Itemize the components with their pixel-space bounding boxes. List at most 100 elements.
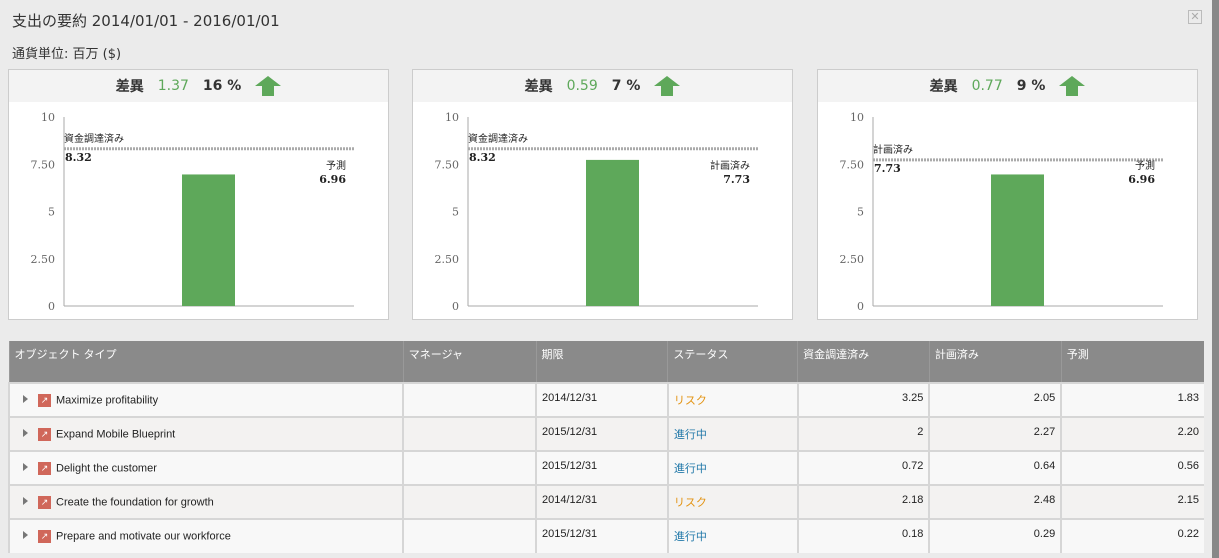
currency-unit: 通貨単位: 百万 ($) bbox=[12, 47, 122, 62]
table-row[interactable]: ↗ Prepare and motivate our workforce 2015… bbox=[7, 518, 1204, 553]
status-cell: 進行中 bbox=[666, 450, 798, 485]
table-row[interactable]: ↗ Expand Mobile Blueprint 2015/12/31 進行中 … bbox=[7, 416, 1204, 451]
y-tick-label: 5 bbox=[452, 206, 459, 219]
bar-label: 計画済み bbox=[710, 159, 750, 172]
bar bbox=[991, 174, 1044, 306]
forecast-cell: 0.56 bbox=[1060, 450, 1204, 485]
variance-value: 0.59 bbox=[566, 78, 598, 94]
y-tick-label: 2.50 bbox=[31, 253, 56, 266]
y-tick-label: 7.50 bbox=[435, 158, 460, 171]
variance-label: 差異 bbox=[929, 79, 958, 95]
expand-icon[interactable] bbox=[23, 496, 28, 505]
objective-icon: ↗ bbox=[38, 530, 51, 543]
manager-cell bbox=[402, 518, 537, 553]
objective-name[interactable]: Expand Mobile Blueprint bbox=[56, 428, 175, 440]
objective-icon: ↗ bbox=[38, 427, 51, 441]
forecast-cell: 0.22 bbox=[1060, 518, 1204, 553]
arrow-up-icon bbox=[255, 76, 282, 96]
dialog-title: 支出の要約 2014/01/01 - 2016/01/01 bbox=[12, 12, 280, 30]
reference-label: 資金調達済み bbox=[64, 132, 124, 145]
y-tick-label: 0 bbox=[452, 300, 459, 313]
name-cell: ↗ Prepare and motivate our workforce bbox=[7, 518, 404, 553]
close-button[interactable]: ✕ bbox=[1188, 10, 1202, 24]
expand-icon[interactable] bbox=[23, 462, 28, 471]
objective-name[interactable]: Maximize profitability bbox=[56, 394, 158, 406]
funded-cell: 2 bbox=[796, 416, 930, 451]
variance-panel: 差異 0.59 7 % 0 2.50 5 7.50 10 資金調達済み 8.32 計画済み 7.… bbox=[412, 69, 793, 320]
expand-icon[interactable] bbox=[23, 428, 28, 437]
table-row[interactable]: ↗ Delight the customer 2015/12/31 進行中 0.7… bbox=[7, 450, 1204, 485]
due-cell: 2015/12/31 bbox=[535, 416, 668, 451]
expand-icon[interactable] bbox=[23, 531, 28, 540]
variance-percent: 9 % bbox=[1016, 78, 1046, 94]
column-header[interactable]: 計画済み bbox=[928, 341, 1062, 383]
column-header[interactable]: マネージャ bbox=[402, 341, 537, 383]
variance-value: 1.37 bbox=[157, 78, 189, 94]
due-cell: 2015/12/31 bbox=[535, 450, 668, 485]
variance-label: 差異 bbox=[115, 79, 144, 95]
bar-value: 6.96 bbox=[1128, 173, 1155, 186]
planned-cell: 2.48 bbox=[928, 484, 1062, 519]
arrow-up-icon bbox=[654, 76, 681, 96]
status-cell: 進行中 bbox=[666, 416, 798, 451]
reference-value: 8.32 bbox=[65, 151, 92, 164]
variance-percent: 16 % bbox=[202, 78, 242, 94]
panel-header: 差異 1.37 16 % bbox=[9, 70, 388, 102]
forecast-cell: 2.20 bbox=[1060, 416, 1204, 451]
reference-label: 計画済み bbox=[873, 143, 913, 156]
y-tick-label: 7.50 bbox=[31, 158, 56, 171]
planned-cell: 0.64 bbox=[928, 450, 1062, 485]
variance-percent: 7 % bbox=[611, 78, 641, 94]
panel-header: 差異 0.59 7 % bbox=[413, 70, 792, 102]
status-cell: 進行中 bbox=[666, 518, 798, 553]
y-tick-label: 7.50 bbox=[840, 158, 865, 171]
due-cell: 2015/12/31 bbox=[535, 518, 668, 553]
y-tick-label: 10 bbox=[41, 111, 55, 124]
reference-label: 資金調達済み bbox=[468, 132, 528, 145]
bar-label: 予測 bbox=[1135, 159, 1155, 172]
reference-value: 8.32 bbox=[469, 151, 496, 164]
name-cell: ↗ Create the foundation for growth bbox=[7, 484, 404, 519]
funded-cell: 0.72 bbox=[796, 450, 930, 485]
arrow-up-icon bbox=[1059, 76, 1086, 96]
due-cell: 2014/12/31 bbox=[535, 484, 668, 519]
y-tick-label: 2.50 bbox=[840, 253, 865, 266]
objective-icon: ↗ bbox=[38, 393, 51, 407]
manager-cell bbox=[402, 484, 537, 519]
panel-header: 差異 0.77 9 % bbox=[818, 70, 1197, 102]
variance-label: 差異 bbox=[524, 79, 553, 95]
y-tick-label: 2.50 bbox=[435, 253, 460, 266]
objective-name[interactable]: Create the foundation for growth bbox=[56, 496, 214, 508]
objective-name[interactable]: Prepare and motivate our workforce bbox=[56, 530, 231, 542]
funded-cell: 2.18 bbox=[796, 484, 930, 519]
scrollbar[interactable] bbox=[1212, 0, 1219, 558]
funded-cell: 0.18 bbox=[796, 518, 930, 553]
bar-label: 予測 bbox=[326, 159, 346, 172]
funded-cell: 3.25 bbox=[796, 382, 930, 417]
bar bbox=[182, 174, 235, 306]
name-cell: ↗ Expand Mobile Blueprint bbox=[7, 416, 404, 451]
y-tick-label: 5 bbox=[48, 206, 55, 219]
name-cell: ↗ Maximize profitability bbox=[7, 382, 404, 417]
planned-cell: 0.29 bbox=[928, 518, 1062, 553]
variance-value: 0.77 bbox=[971, 78, 1003, 94]
name-cell: ↗ Delight the customer bbox=[7, 450, 404, 485]
close-icon: ✕ bbox=[1190, 10, 1200, 23]
column-header[interactable]: オブジェクト タイプ bbox=[8, 341, 404, 383]
objective-name[interactable]: Delight the customer bbox=[56, 462, 157, 474]
column-header[interactable]: 予測 bbox=[1060, 341, 1204, 383]
column-header[interactable]: ステータス bbox=[667, 341, 798, 383]
bar-chart: 0 2.50 5 7.50 10 資金調達済み 8.32 予測6.96 bbox=[31, 111, 354, 313]
expand-icon[interactable] bbox=[23, 394, 28, 403]
bar-value: 7.73 bbox=[723, 173, 750, 186]
manager-cell bbox=[402, 450, 537, 485]
status-cell: リスク bbox=[666, 484, 798, 519]
variance-panel: 差異 0.77 9 % 0 2.50 5 7.50 10 計画済み 7.73 予測 6.96 bbox=[817, 69, 1198, 320]
column-header[interactable]: 資金調達済み bbox=[797, 341, 930, 383]
y-tick-label: 10 bbox=[850, 111, 864, 124]
column-header[interactable]: 期限 bbox=[535, 341, 668, 383]
table-row[interactable]: ↗ Maximize profitability 2014/12/31 リスク 3… bbox=[7, 382, 1204, 417]
planned-cell: 2.05 bbox=[928, 382, 1062, 417]
objectives-table: オブジェクト タイプ マネージャ 期限 ステータス 資金調達済み 計画済み 予測 ↗ Maxi… bbox=[7, 341, 1204, 553]
table-row[interactable]: ↗ Create the foundation for growth 2014/1… bbox=[7, 484, 1204, 519]
